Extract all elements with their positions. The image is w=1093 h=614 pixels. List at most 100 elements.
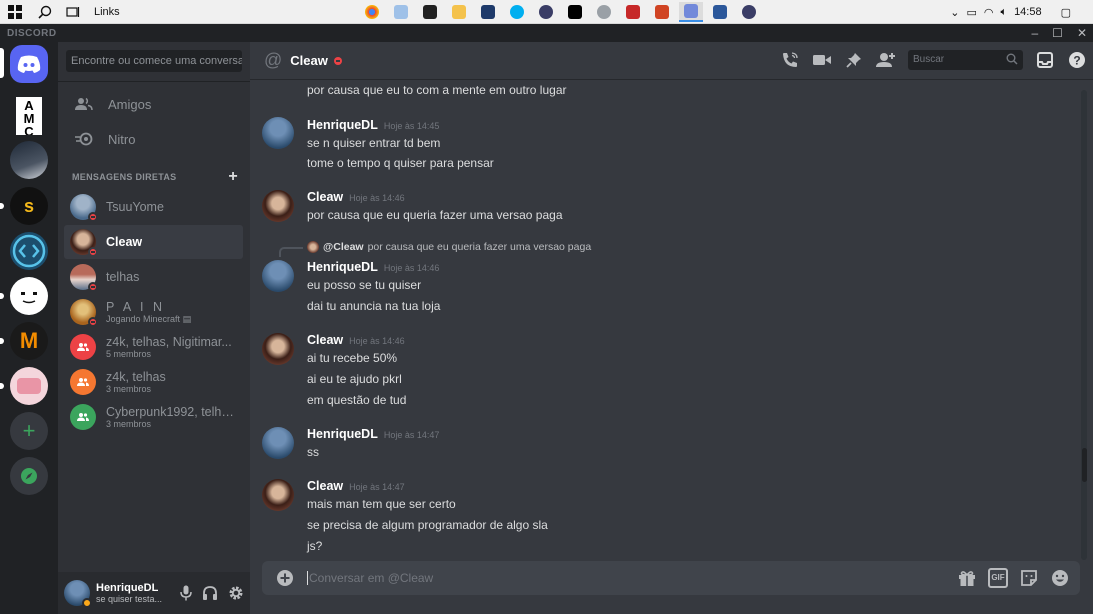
- chevron-up-icon[interactable]: ⌄: [950, 6, 959, 19]
- scrollbar-track[interactable]: [1081, 90, 1087, 560]
- inbox-icon[interactable]: [1035, 50, 1055, 70]
- server-anime[interactable]: [10, 141, 48, 179]
- reply-author[interactable]: @Cleaw: [323, 241, 364, 253]
- nav-nitro[interactable]: Nitro: [66, 124, 242, 154]
- app-icon-vs[interactable]: [476, 2, 500, 22]
- direct-messages-header: MENSAGENS DIRETAS +: [72, 169, 238, 185]
- battery-icon[interactable]: ▭: [966, 6, 976, 19]
- app-icon-grey[interactable]: [592, 2, 616, 22]
- server-m[interactable]: M: [10, 322, 48, 360]
- discord-taskbar-icon[interactable]: [679, 2, 703, 22]
- video-call-icon[interactable]: [812, 50, 832, 70]
- maximize-icon[interactable]: ☐: [1052, 26, 1063, 40]
- message-avatar[interactable]: [262, 260, 294, 292]
- message-avatar[interactable]: [262, 333, 294, 365]
- task-view-icon[interactable]: [62, 1, 84, 23]
- chrome-app-icon[interactable]: [360, 2, 384, 22]
- message-header: Cleaw Hoje às 14:46: [307, 190, 405, 204]
- server-pig[interactable]: [10, 367, 48, 405]
- dm-item-tsuuyome[interactable]: TsuuYome: [64, 190, 243, 224]
- sticker-icon[interactable]: [1019, 568, 1039, 588]
- server-s[interactable]: s: [10, 187, 48, 225]
- create-dm-plus-icon[interactable]: +: [228, 169, 238, 185]
- dm-activity-text: Jogando Minecraft: [106, 313, 181, 324]
- username: HenriqueDL: [96, 582, 159, 594]
- word-icon[interactable]: [708, 2, 732, 22]
- message-avatar[interactable]: [262, 479, 294, 511]
- upload-plus-icon[interactable]: [276, 569, 294, 587]
- reply-preview[interactable]: @Cleaw por causa que eu queria fazer uma…: [307, 241, 591, 253]
- dm-item-telhas[interactable]: telhas: [64, 260, 243, 294]
- app-icon-game[interactable]: [418, 2, 442, 22]
- nav-friends-label: Amigos: [108, 96, 152, 112]
- emoji-icon[interactable]: [1050, 568, 1070, 588]
- file-explorer-icon[interactable]: [447, 2, 471, 22]
- server-m-logo: M: [19, 328, 39, 353]
- voice-call-icon[interactable]: [780, 50, 800, 70]
- user-avatar[interactable]: [64, 580, 92, 608]
- minimize-icon[interactable]: –: [1031, 26, 1038, 40]
- reply-avatar: [307, 241, 319, 253]
- clock[interactable]: 14:58: [1014, 6, 1042, 18]
- message-author[interactable]: HenriqueDL: [307, 427, 378, 441]
- server-code[interactable]: [10, 232, 48, 270]
- message-author[interactable]: Cleaw: [307, 190, 343, 204]
- message-input[interactable]: Conversar em @Cleaw: [307, 571, 433, 585]
- message-author[interactable]: HenriqueDL: [307, 260, 378, 274]
- avatar: [70, 264, 98, 292]
- add-friend-icon[interactable]: [876, 50, 896, 70]
- message-timestamp: Hoje às 14:46: [349, 193, 405, 203]
- app-icon-browser[interactable]: [534, 2, 558, 22]
- server-face[interactable]: [10, 277, 48, 315]
- message-text: por causa que eu to com a mente em outro…: [307, 83, 567, 97]
- wifi-icon[interactable]: ◠: [984, 6, 994, 19]
- group-icon: [77, 343, 89, 351]
- message-avatar[interactable]: [262, 190, 294, 222]
- windows-start-button[interactable]: [4, 1, 26, 23]
- server-amc[interactable]: AMC: [10, 97, 48, 135]
- close-icon[interactable]: ✕: [1077, 26, 1087, 40]
- intellij-icon[interactable]: [563, 2, 587, 22]
- nav-friends[interactable]: Amigos: [66, 89, 242, 119]
- settings-gear-icon[interactable]: [228, 585, 244, 606]
- help-icon[interactable]: ?: [1067, 50, 1087, 70]
- volume-icon[interactable]: 🔈︎: [1000, 6, 1007, 19]
- message-author[interactable]: Cleaw: [307, 479, 343, 493]
- app-icon-circle[interactable]: [737, 2, 761, 22]
- app-icon-red[interactable]: [621, 2, 645, 22]
- message-avatar[interactable]: [262, 117, 294, 149]
- search-input[interactable]: Buscar: [908, 50, 1023, 70]
- message-timestamp: Hoje às 14:47: [349, 482, 405, 492]
- dm-item-group-5[interactable]: z4k, telhas, Nigitimar... 5 membros: [64, 330, 243, 364]
- links-toolbar-label[interactable]: Links: [94, 6, 120, 18]
- headphones-icon[interactable]: [202, 585, 218, 606]
- message-author[interactable]: HenriqueDL: [307, 118, 378, 132]
- powerpoint-icon[interactable]: [650, 2, 674, 22]
- explore-servers-button[interactable]: [10, 457, 48, 495]
- notifications-icon[interactable]: ▢: [1061, 6, 1071, 19]
- message-author[interactable]: Cleaw: [307, 333, 343, 347]
- avatar: [70, 229, 98, 257]
- dm-name: P A I N: [106, 299, 165, 314]
- dm-item-pain[interactable]: P A I N Jogando Minecraft ▤: [64, 295, 243, 329]
- message-composer[interactable]: Conversar em @Cleaw GIF: [262, 561, 1080, 595]
- pinned-messages-icon[interactable]: [844, 50, 864, 70]
- gif-icon[interactable]: GIF: [988, 568, 1008, 588]
- search-icon[interactable]: [34, 1, 56, 23]
- find-conversation-input[interactable]: Encontre ou comece uma conversa: [66, 50, 242, 72]
- gift-icon[interactable]: [957, 568, 977, 588]
- microphone-icon[interactable]: [180, 585, 192, 606]
- dnd-status-icon: [88, 282, 98, 292]
- scrollbar-thumb[interactable]: [1082, 448, 1087, 482]
- dm-item-group-3b[interactable]: Cyberpunk1992, telhas 3 membros: [64, 400, 243, 434]
- app-icon-notes[interactable]: [389, 2, 413, 22]
- discord-logo-icon: [17, 55, 41, 73]
- skype-icon[interactable]: [505, 2, 529, 22]
- message-text: em questão de tud: [307, 393, 407, 407]
- message-avatar[interactable]: [262, 427, 294, 459]
- dm-name: z4k, telhas, Nigitimar...: [106, 335, 232, 349]
- home-button[interactable]: [10, 45, 48, 83]
- dm-item-cleaw[interactable]: Cleaw: [64, 225, 243, 259]
- dm-item-group-3a[interactable]: z4k, telhas 3 membros: [64, 365, 243, 399]
- add-server-button[interactable]: +: [10, 412, 48, 450]
